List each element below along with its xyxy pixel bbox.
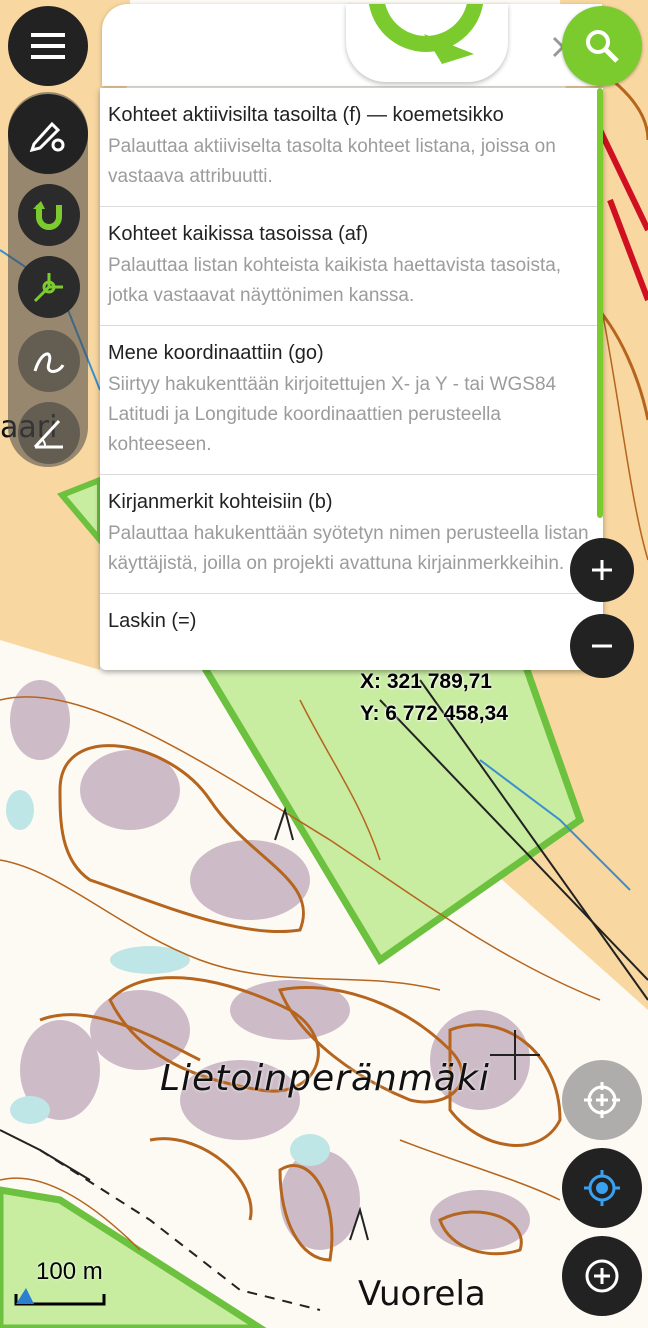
menu-button[interactable]	[8, 6, 88, 86]
add-at-center-button[interactable]	[562, 1060, 642, 1140]
suggestion-title: Laskin (=)	[108, 610, 197, 632]
search-bar	[102, 4, 638, 86]
edit-tools-button[interactable]	[8, 94, 88, 174]
crosshair-icon	[584, 1082, 620, 1118]
search-button[interactable]	[562, 6, 642, 86]
coordinate-y: Y: 6 772 458,34	[360, 702, 508, 725]
measure-angle-button[interactable]	[18, 402, 80, 464]
scale-bar-graphic	[14, 1288, 106, 1306]
app-logo-icon	[368, 4, 484, 64]
zoom-in-button[interactable]	[570, 538, 634, 602]
coordinate-x: X: 321 789,71	[360, 670, 492, 693]
suggestion-description: Palauttaa aktiiviselta tasolta kohteet l…	[108, 136, 556, 187]
suggestion-title: Mene koordinaattiin (go)	[108, 342, 324, 364]
pencil-gear-icon	[29, 121, 65, 153]
suggestion-item[interactable]: Kohteet kaikissa tasoissa (af) Palauttaa…	[100, 207, 603, 326]
search-icon	[586, 30, 619, 63]
vertex-icon	[33, 273, 63, 303]
suggestion-title: Kohteet aktiivisilta tasoilta (f) — koem…	[108, 104, 504, 126]
suggestion-title: Kirjanmerkit kohteisiin (b)	[108, 491, 333, 513]
suggestion-description: Palauttaa listan kohteista kaikista haet…	[108, 255, 562, 306]
gps-locate-button[interactable]	[562, 1148, 642, 1228]
gps-locate-icon	[584, 1170, 620, 1206]
snap-button[interactable]	[18, 184, 80, 246]
freehand-icon	[33, 352, 65, 373]
add-icon	[585, 1259, 619, 1293]
search-suggestions-dropdown: Kohteet aktiivisilta tasoilta (f) — koem…	[100, 88, 603, 670]
zoom-out-button[interactable]	[570, 614, 634, 678]
add-feature-button[interactable]	[562, 1236, 642, 1316]
menu-icon	[31, 33, 65, 59]
suggestion-item[interactable]: Kirjanmerkit kohteisiin (b) Palauttaa ha…	[100, 475, 603, 594]
suggestion-description: Siirtyy hakukenttään kirjoitettujen X- j…	[108, 374, 557, 455]
app-logo	[346, 4, 508, 82]
scale-bar: 100 m	[14, 1258, 134, 1310]
suggestion-description: Palauttaa hakukenttään syötetyn nimen pe…	[108, 523, 589, 574]
search-input[interactable]	[118, 24, 242, 66]
suggestion-item[interactable]: Mene koordinaattiin (go) Siirtyy hakuken…	[100, 326, 603, 475]
measure-angle-icon	[33, 419, 63, 449]
suggestion-title: Kohteet kaikissa tasoissa (af)	[108, 223, 369, 245]
zoom-out-icon	[592, 644, 612, 648]
vertex-tool-button[interactable]	[18, 256, 80, 318]
dropdown-scrollbar[interactable]	[597, 88, 603, 518]
magnet-icon	[33, 201, 62, 230]
place-label-bottom: Vuorela	[358, 1274, 486, 1314]
freehand-tool-button[interactable]	[18, 330, 80, 392]
suggestion-item[interactable]: Kohteet aktiivisilta tasoilta (f) — koem…	[100, 88, 603, 207]
suggestion-item[interactable]: Laskin (=)	[100, 594, 603, 648]
place-label-main: Lietoinperänmäki	[160, 1058, 490, 1099]
zoom-in-icon	[592, 560, 612, 580]
